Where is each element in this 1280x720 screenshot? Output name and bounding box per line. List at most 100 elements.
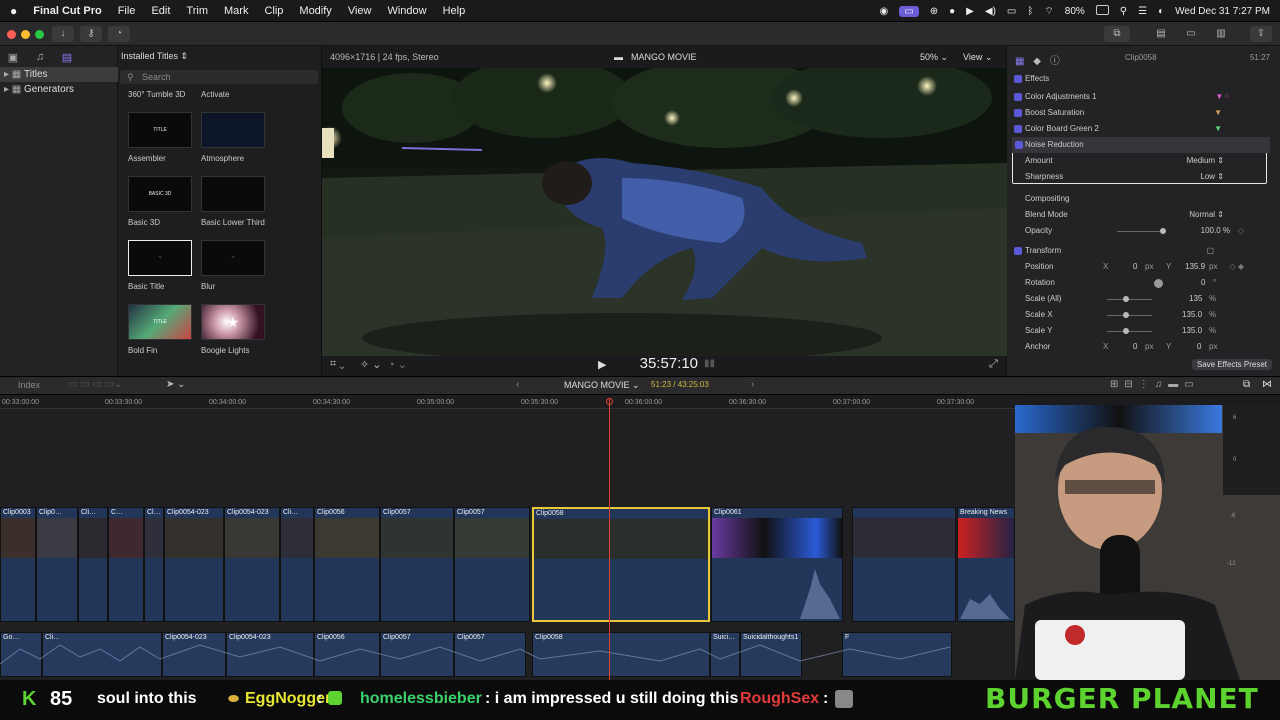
timeline[interactable]: Clip0003 Clip0… Cli… C… Cl… Clip0054-023… [0, 409, 1020, 680]
browser-header[interactable]: Installed Titles ⇕ [121, 51, 188, 62]
scale-x-value[interactable]: 135.0 [1182, 307, 1202, 323]
keyframe-icon[interactable]: ◇ [1238, 223, 1244, 239]
sidebar-item-generators[interactable]: ▸ ▦ Generators [0, 82, 118, 97]
app-menu[interactable]: Final Cut Pro [33, 5, 101, 17]
title-thumb-bold-fin[interactable]: TITLE [128, 304, 192, 340]
transform-header[interactable]: Transform ▢ [1007, 243, 1280, 259]
apple-icon[interactable]: ● [10, 4, 17, 18]
menu-mark[interactable]: Mark [224, 5, 248, 17]
enhance-tool-icon[interactable]: ✧ ⌄ [360, 358, 382, 371]
forward-arrow-icon[interactable]: › [751, 379, 754, 390]
effect-checkbox[interactable] [1014, 109, 1022, 117]
title-thumb-basic-3d[interactable]: BASIC 3D [128, 176, 192, 212]
title-thumb-atmosphere[interactable] [201, 112, 265, 148]
control-center-icon[interactable]: ☰ [1138, 6, 1147, 17]
compositing-header[interactable]: Compositing [1007, 191, 1280, 207]
clock[interactable]: Wed Dec 31 7:27 PM [1175, 6, 1270, 17]
search-field[interactable]: ⚲ Search [120, 70, 318, 84]
transform-checkbox[interactable] [1014, 247, 1022, 255]
blend-mode-popup[interactable]: Normal ⇕ [1189, 207, 1224, 223]
opacity-value[interactable]: 100.0 % [1201, 223, 1230, 239]
playhead[interactable] [606, 398, 613, 680]
color-effect-icon[interactable]: ▼⁘ [1215, 89, 1230, 105]
sidebar-item-titles[interactable]: ▸ ▦ Titles [0, 67, 118, 82]
minimize-window-button[interactable] [21, 30, 30, 39]
volume-icon[interactable]: ◀) [985, 6, 996, 17]
layout-timeline-button[interactable]: ▭ [1180, 26, 1202, 42]
menu-modify[interactable]: Modify [299, 5, 331, 17]
layout-browser-button[interactable]: ▤ [1150, 26, 1172, 42]
libraries-icon[interactable]: ▣ [6, 51, 20, 65]
color-effect-icon[interactable]: ▼ [1214, 105, 1222, 121]
scale-y-slider[interactable] [1107, 328, 1152, 334]
share-menu-button[interactable]: ⧉ [1104, 26, 1130, 42]
noise-sharpness-popup[interactable]: Low ⇕ [1200, 169, 1224, 185]
transitions-browser-icon[interactable]: ⋈ [1262, 379, 1272, 390]
info-inspector-icon[interactable]: ⓘ [1050, 56, 1060, 67]
scale-all-value[interactable]: 135 [1189, 291, 1202, 307]
wifi-icon[interactable]: ⌔ [1044, 5, 1053, 18]
noise-amount-popup[interactable]: Medium ⇕ [1187, 153, 1224, 169]
fullscreen-icon[interactable]: ⤢ [989, 358, 998, 371]
effects-browser-icon[interactable]: ⧉ [1243, 379, 1250, 390]
save-effects-preset-button[interactable]: Save Effects Preset [1191, 359, 1272, 370]
menu-view[interactable]: View [348, 5, 372, 17]
onscreen-control-icon[interactable]: ▢ [1206, 243, 1214, 259]
battery-icon[interactable] [1095, 4, 1109, 18]
scale-y-value[interactable]: 135.0 [1182, 323, 1202, 339]
play-button[interactable]: ▶ [598, 358, 606, 371]
transform-tool-icon[interactable]: ⌗ ⌄ [330, 358, 344, 371]
position-y[interactable]: 135.9 [1185, 259, 1205, 275]
index-button[interactable]: Index [18, 380, 40, 390]
background-tasks-button[interactable]: ◔ [108, 26, 130, 42]
effect-checkbox[interactable] [1014, 125, 1022, 133]
menu-clip[interactable]: Clip [264, 5, 283, 17]
speed-tool-icon[interactable]: ◔ ⌄ [388, 358, 407, 371]
select-tool-icon[interactable]: ➤ ⌄ [166, 379, 186, 390]
slider-knob[interactable] [1160, 228, 1166, 234]
layout-inspector-button[interactable]: ▥ [1210, 26, 1232, 42]
scale-all-slider[interactable] [1107, 296, 1152, 302]
menu-trim[interactable]: Trim [186, 5, 208, 17]
search-icon[interactable]: ⚲ [1120, 6, 1127, 17]
rotation-value[interactable]: 0 [1201, 275, 1205, 291]
bluetooth-icon[interactable]: ᛒ [1027, 6, 1033, 17]
title-thumb-blur[interactable]: ~ [201, 240, 265, 276]
effects-checkbox[interactable] [1014, 75, 1022, 83]
color-inspector-icon[interactable]: ◆ [1033, 56, 1041, 67]
timeline-ruler[interactable]: 00:33:00:00 00:33:30:00 00:34:00:00 00:3… [0, 395, 1020, 409]
effect-row[interactable]: Color Adjustments 1 ▼⁘ [1007, 89, 1280, 105]
scale-x-slider[interactable] [1107, 312, 1152, 318]
video-inspector-icon[interactable]: ▦ [1015, 56, 1024, 67]
play-icon[interactable]: ▶ [966, 6, 974, 17]
camera-icon[interactable]: ● [949, 6, 955, 17]
record-icon[interactable]: ◉ [880, 6, 889, 17]
grid-icon[interactable]: ⊕ [930, 6, 938, 17]
anchor-y[interactable]: 0 [1197, 339, 1201, 355]
rotation-dial[interactable] [1154, 279, 1163, 288]
title-thumb-basic-lower-third[interactable] [201, 176, 265, 212]
close-window-button[interactable] [7, 30, 16, 39]
edit-buttons[interactable]: ▭ ▭ ▭ ▭⌄ [68, 379, 123, 390]
photos-audio-icon[interactable]: ♫ [33, 51, 47, 65]
title-thumb-basic-title[interactable]: ~ [128, 240, 192, 276]
keyframe-icon[interactable]: ◇ ◆ [1229, 259, 1244, 275]
timeline-view-icons[interactable]: ⊞⊟⋮♫▬▭ [1110, 379, 1200, 390]
screen-share-icon[interactable]: ▭ [899, 5, 919, 17]
anchor-x[interactable]: 0 [1133, 339, 1137, 355]
timecode-display[interactable]: 35:57:10 [612, 355, 698, 372]
effects-header[interactable]: Effects [1007, 71, 1280, 87]
effect-checkbox[interactable] [1014, 93, 1022, 101]
slider-knob[interactable] [1123, 296, 1129, 302]
playhead-handle[interactable] [606, 398, 613, 405]
import-button[interactable]: ↓ [52, 26, 74, 42]
menu-window[interactable]: Window [387, 5, 426, 17]
siri-icon[interactable]: ◐ [1158, 6, 1164, 17]
video-frame[interactable] [322, 68, 1007, 356]
back-arrow-icon[interactable]: ‹ [516, 379, 519, 390]
position-x[interactable]: 0 [1133, 259, 1137, 275]
view-menu[interactable]: View ⌄ [963, 52, 992, 63]
menu-edit[interactable]: Edit [151, 5, 170, 17]
slider-knob[interactable] [1123, 312, 1129, 318]
effect-row[interactable]: Color Board Green 2 ▼ [1007, 121, 1280, 137]
